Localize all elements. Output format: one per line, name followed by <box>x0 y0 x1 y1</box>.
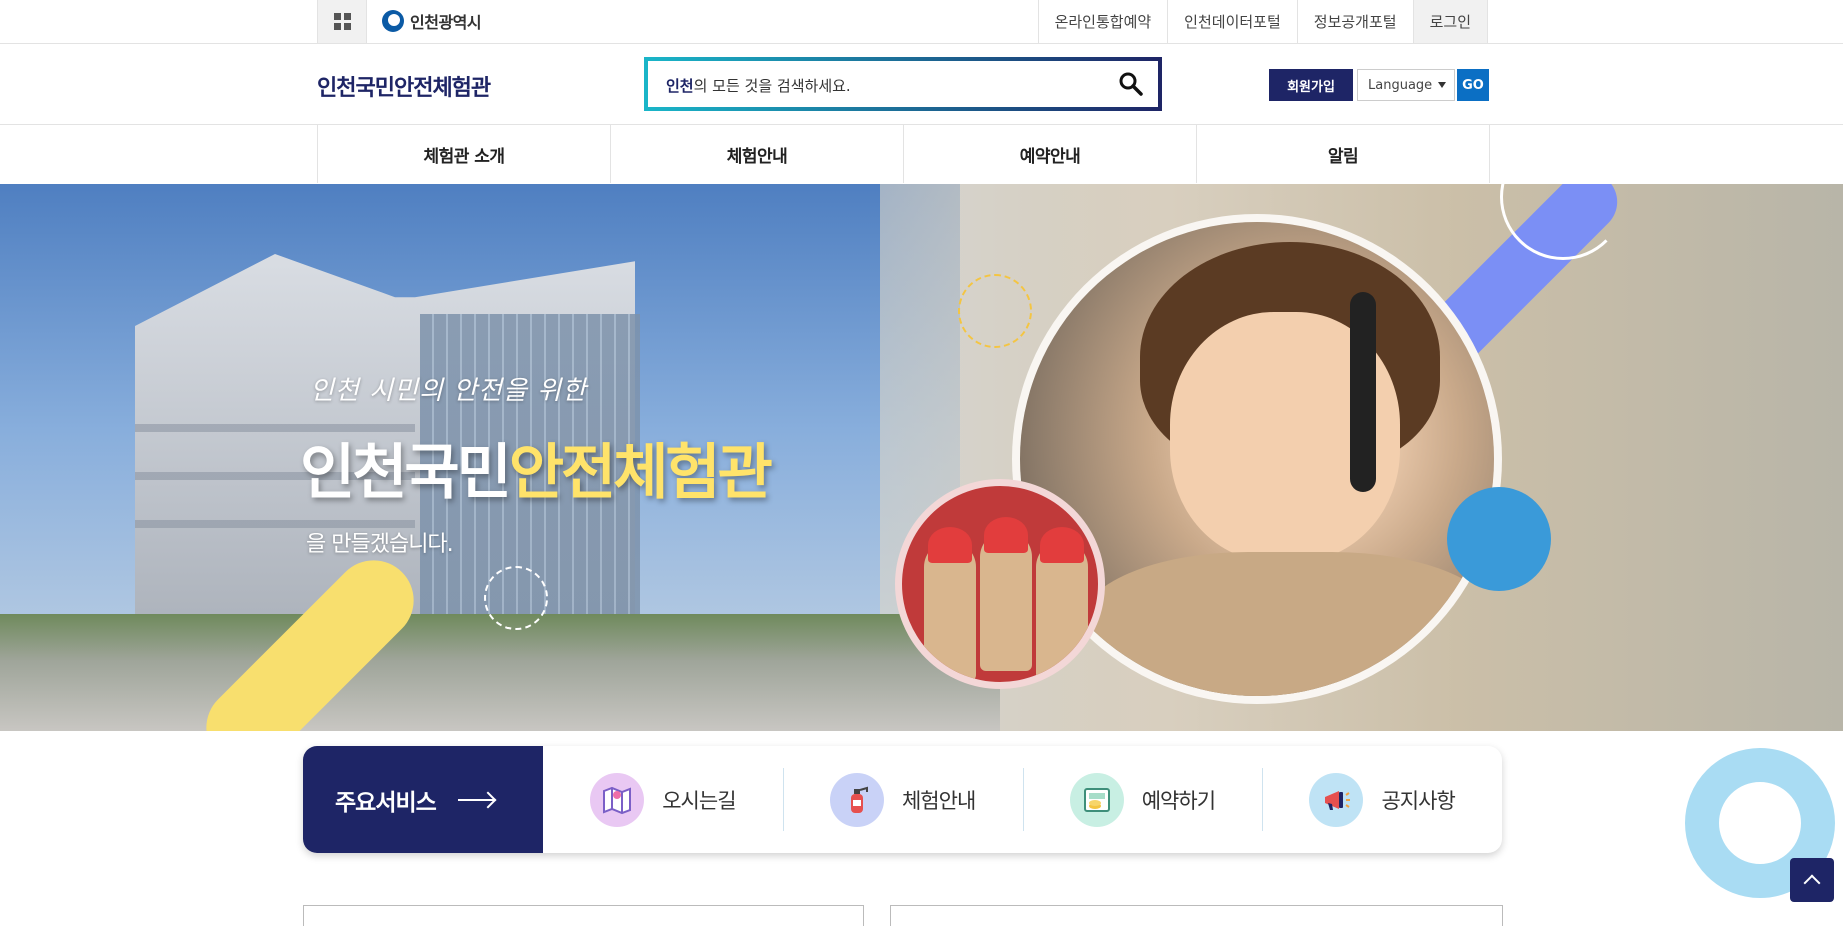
service-label: 공지사항 <box>1381 788 1455 813</box>
map-icon <box>590 772 645 827</box>
headset-icon <box>1350 292 1376 492</box>
hero-title: 인천국민안전체험관 <box>300 424 773 511</box>
fire-extinguisher-icon <box>829 772 884 827</box>
main-services-heading[interactable]: 주요서비스 <box>303 746 543 853</box>
kid-figure <box>980 517 1032 671</box>
service-reservation[interactable]: 예약하기 <box>1022 746 1263 853</box>
service-items: 오시는길 체험안내 예약하기 공지사항 <box>543 746 1502 853</box>
scroll-to-top-button[interactable] <box>1790 858 1834 902</box>
blue-ball-decoration <box>1447 487 1551 591</box>
language-go-button[interactable]: GO <box>1457 69 1489 101</box>
top-utility-bar: 인천광역시 온라인통합예약 인천데이터포털 정보공개포털 로그인 <box>0 0 1843 44</box>
hero-ground <box>0 614 1000 731</box>
reservation-icon <box>1069 772 1124 827</box>
incheon-city-logo[interactable]: 인천광역시 <box>382 6 482 36</box>
site-title[interactable]: 인천국민안전체험관 <box>317 70 491 102</box>
kid-figure <box>1036 527 1088 681</box>
photo-uniform <box>1080 552 1494 696</box>
service-label: 오시는길 <box>662 788 736 813</box>
grid-icon <box>333 13 351 30</box>
hero-title-highlight: 안전체험관 <box>508 438 773 508</box>
join-button[interactable]: 회원가입 <box>1269 69 1353 101</box>
hero-tail-text: 을 만들겠습니다. <box>306 532 454 557</box>
sparkle-icon <box>484 566 548 630</box>
main-services-label: 주요서비스 <box>335 789 437 816</box>
main-services-bar: 주요서비스 오시는길 체험안내 예약하기 공지사항 <box>303 746 1502 853</box>
all-menu-grid-button[interactable] <box>317 0 367 43</box>
content-panel-left <box>303 905 864 926</box>
megaphone-icon <box>1309 772 1364 827</box>
kid-figure <box>924 527 976 681</box>
caret-down-icon <box>1438 82 1446 88</box>
content-panel-right <box>890 905 1503 926</box>
search-box: 인천의 모든 것을 검색하세요. <box>644 57 1162 111</box>
link-online-reservation[interactable]: 온라인통합예약 <box>1037 0 1168 43</box>
link-info-disclosure[interactable]: 정보공개포털 <box>1296 0 1413 43</box>
service-notice[interactable]: 공지사항 <box>1262 746 1502 853</box>
language-select[interactable]: Language <box>1357 69 1455 101</box>
city-logo-text: 인천광역시 <box>410 13 482 32</box>
service-label: 예약하기 <box>1141 788 1216 813</box>
hero-title-plain: 인천국민 <box>300 438 512 508</box>
site-header: 인천국민안전체험관 인천의 모든 것을 검색하세요. 회원가입 Language… <box>0 44 1843 125</box>
service-experience[interactable]: 체험안내 <box>782 746 1023 853</box>
chevron-up-icon <box>1803 874 1821 891</box>
service-directions[interactable]: 오시는길 <box>543 746 783 853</box>
hero-banner[interactable]: 인천 시민의 안전을 위한 인천국민안전체험관 을 만들겠습니다. <box>0 184 1843 731</box>
nav-item-notice[interactable]: 알림 <box>1197 125 1490 183</box>
firefighter-kids-photo-circle <box>895 479 1105 689</box>
city-emblem-icon <box>382 10 404 32</box>
search-button[interactable] <box>1118 71 1144 97</box>
utility-links: 온라인통합예약 인천데이터포털 정보공개포털 로그인 <box>1037 0 1488 43</box>
main-navigation: 체험관 소개 체험안내 예약안내 알림 <box>0 125 1843 183</box>
search-input[interactable] <box>664 73 1098 99</box>
login-link[interactable]: 로그인 <box>1412 0 1488 43</box>
nav-item-about[interactable]: 체험관 소개 <box>318 125 611 183</box>
arrow-right-icon <box>457 798 494 801</box>
nav-item-experience[interactable]: 체험안내 <box>611 125 904 183</box>
service-label: 체험안내 <box>901 788 976 813</box>
nav-item-reservation[interactable]: 예약안내 <box>904 125 1197 183</box>
language-select-value: Language <box>1368 77 1433 93</box>
search-icon <box>1119 72 1143 96</box>
hero-subtitle: 인천 시민의 안전을 위한 <box>310 376 587 406</box>
link-data-portal[interactable]: 인천데이터포털 <box>1167 0 1297 43</box>
